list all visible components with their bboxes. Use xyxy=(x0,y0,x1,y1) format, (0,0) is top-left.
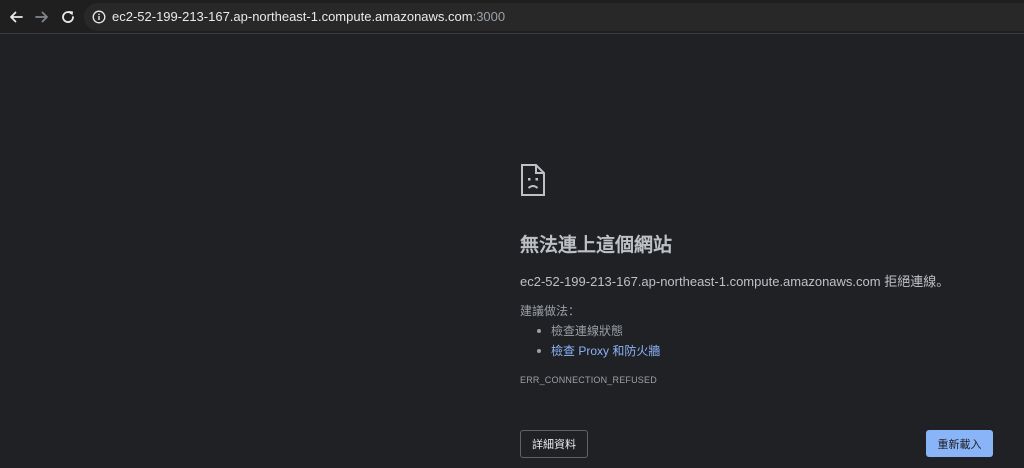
details-button[interactable]: 詳細資料 xyxy=(520,430,588,458)
suggestion-check-proxy-link[interactable]: 檢查 Proxy 和防火牆 xyxy=(551,344,660,358)
browser-toolbar: ec2-52-199-213-167.ap-northeast-1.comput… xyxy=(0,0,1024,34)
sad-page-icon xyxy=(521,164,545,196)
bullet-icon xyxy=(537,349,541,353)
error-page: 無法連上這個網站 ec2-52-199-213-167.ap-northeast… xyxy=(0,35,1024,468)
address-bar[interactable]: ec2-52-199-213-167.ap-northeast-1.comput… xyxy=(84,3,1024,31)
url-text[interactable]: ec2-52-199-213-167.ap-northeast-1.comput… xyxy=(112,9,505,25)
reload-button[interactable]: 重新載入 xyxy=(926,430,993,457)
suggestions-list: 檢查連線狀態 檢查 Proxy 和防火牆 xyxy=(537,321,660,361)
url-host: ec2-52-199-213-167.ap-northeast-1.comput… xyxy=(112,9,473,24)
error-message: ec2-52-199-213-167.ap-northeast-1.comput… xyxy=(520,274,950,289)
info-icon[interactable] xyxy=(92,10,106,24)
arrow-left-icon xyxy=(10,11,23,23)
back-button[interactable] xyxy=(6,7,26,27)
suggestions-heading: 建議做法： xyxy=(520,304,581,318)
suggestion-check-connection: 檢查連線狀態 xyxy=(551,324,624,338)
url-port: :3000 xyxy=(472,9,506,24)
suggestion-item: 檢查 Proxy 和防火牆 xyxy=(537,341,660,361)
error-code: ERR_CONNECTION_REFUSED xyxy=(520,375,657,385)
suggestion-item: 檢查連線狀態 xyxy=(537,321,660,341)
error-title: 無法連上這個網站 xyxy=(520,235,673,256)
reload-icon xyxy=(62,11,74,23)
forward-button[interactable] xyxy=(32,7,52,27)
arrow-right-icon xyxy=(35,11,48,23)
reload-page-button[interactable] xyxy=(58,7,78,27)
bullet-icon xyxy=(537,329,541,333)
